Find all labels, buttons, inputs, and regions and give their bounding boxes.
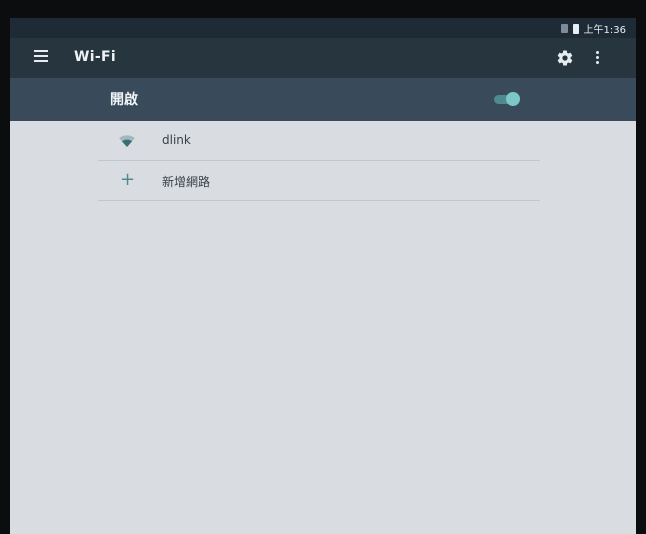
no-sim-icon [560, 24, 568, 33]
app-bar: Wi-Fi [10, 38, 636, 78]
wifi-master-label: 開啟 [110, 92, 138, 108]
screen: 上午1:36 Wi-Fi 開啟 dlink + 新增網路 [10, 18, 636, 534]
battery-icon [572, 23, 579, 34]
wifi-toggle[interactable] [494, 92, 520, 106]
overflow-menu-icon[interactable] [594, 51, 600, 65]
gear-icon[interactable] [556, 49, 574, 67]
wifi-master-row[interactable]: 開啟 [10, 78, 636, 121]
network-item-dlink[interactable]: dlink [98, 121, 540, 161]
plus-icon: + [120, 169, 136, 190]
network-list: dlink + 新增網路 [98, 121, 540, 201]
add-network-item[interactable]: + 新增網路 [98, 161, 540, 201]
status-time: 上午1:36 [583, 25, 626, 36]
menu-icon[interactable] [34, 50, 48, 64]
status-icons: 上午1:36 [560, 21, 626, 36]
wifi-icon [119, 135, 135, 147]
add-network-label: 新增網路 [162, 175, 211, 189]
toggle-thumb [506, 92, 520, 106]
page-title: Wi-Fi [74, 49, 116, 65]
network-name: dlink [162, 133, 191, 147]
status-bar: 上午1:36 [10, 18, 636, 38]
